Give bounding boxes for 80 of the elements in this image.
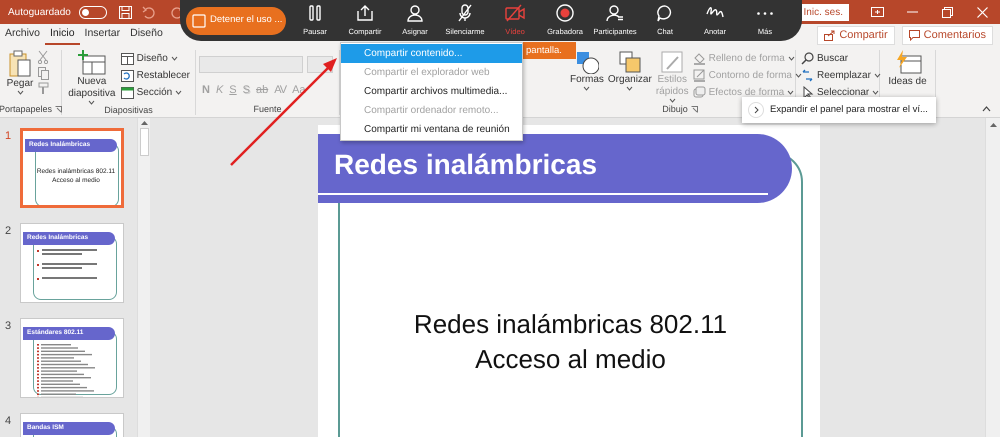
restore-icon[interactable] [941, 6, 954, 18]
paste-button[interactable]: Pegar [3, 50, 37, 95]
clipboard-icon [8, 50, 32, 78]
autosave-label: Autoguardado [8, 6, 71, 20]
ribbon-tab[interactable]: Archivo [0, 25, 46, 45]
chevron-right-icon[interactable] [748, 102, 764, 118]
caret-icon [787, 90, 794, 95]
group-label: Fuente [253, 104, 282, 115]
comments-button[interactable]: Comentarios [902, 26, 993, 44]
caret-icon [795, 73, 802, 78]
reset-icon [120, 70, 134, 82]
close-icon[interactable] [976, 6, 989, 18]
paintbrush-icon[interactable] [37, 82, 51, 96]
arrange-button[interactable]: Organizar [606, 50, 654, 91]
caret-icon [788, 56, 795, 61]
comment-icon [908, 30, 920, 40]
chat-bubble-icon [656, 4, 674, 22]
slide-number: 1 [4, 129, 12, 144]
group-label: Dibujo [662, 104, 688, 115]
group-label: Diapositivas [104, 105, 153, 116]
section-button[interactable]: Sección [118, 84, 192, 101]
people-icon [606, 4, 624, 22]
menu-item[interactable]: Compartir archivos multimedia... [341, 82, 522, 101]
paint-bucket-icon [692, 52, 706, 65]
ribbon-display-icon[interactable] [871, 6, 884, 18]
slide-title: Redes inalámbricas [318, 134, 792, 203]
more-icon [757, 12, 773, 15]
copy-icon[interactable] [37, 66, 51, 80]
slide-number: 4 [4, 414, 12, 429]
shapes-icon [574, 50, 599, 74]
save-icon[interactable] [118, 6, 132, 18]
section-icon [120, 86, 134, 98]
new-slide-button[interactable]: Nueva diapositiva [65, 50, 119, 105]
caret-icon [175, 90, 182, 95]
shape-effects-icon [692, 86, 706, 99]
slide-text: Redes inalámbricas 802.11 [412, 308, 728, 341]
bullet-list-drawing [37, 249, 99, 281]
layout-icon [120, 52, 134, 64]
search-icon [801, 52, 814, 65]
caret-icon [668, 98, 676, 103]
video-off-icon [505, 4, 525, 22]
square-icon [192, 14, 206, 28]
ribbon-tab[interactable]: Insertar [80, 25, 126, 45]
reset-button[interactable]: Restablecer [118, 67, 192, 84]
slide-number: 2 [4, 224, 12, 239]
caret-icon [170, 56, 178, 61]
caret-icon [874, 73, 881, 78]
design-ideas-button[interactable]: Ideas de [883, 50, 932, 88]
replace-icon [801, 69, 814, 82]
arrange-icon [618, 50, 642, 74]
person-icon [406, 4, 424, 22]
quick-styles-icon [660, 50, 684, 74]
font-name-field[interactable] [199, 56, 303, 73]
caret-icon [88, 100, 96, 105]
caret-icon [872, 90, 880, 95]
slide-number: 3 [4, 319, 12, 334]
replace-button[interactable]: Reemplazar [799, 67, 883, 84]
dialog-launcher-icon[interactable] [55, 106, 62, 113]
share-icon [824, 30, 836, 40]
layout-button[interactable]: Diseño [118, 50, 192, 67]
dialog-launcher-icon[interactable] [690, 106, 698, 113]
notification-banner: pantalla. [523, 42, 576, 59]
caret-icon [626, 86, 634, 91]
group-label: Portapapeles [0, 104, 52, 115]
ribbon-tab[interactable]: Diseño [125, 25, 168, 45]
tooltip-text: Expandir el panel para mostrar el ví... [770, 102, 928, 117]
scrollbar-thumb[interactable] [140, 128, 148, 156]
scissors-icon[interactable] [37, 50, 49, 64]
pen-outline-icon [692, 69, 706, 82]
slide-text: Acceso al medio [474, 343, 667, 376]
record-icon [556, 4, 574, 22]
caret-icon [583, 86, 590, 91]
muted-microphone-icon [456, 4, 474, 22]
share-button[interactable]: Compartir [817, 26, 895, 44]
autosave-toggle[interactable] [78, 6, 107, 18]
menu-item[interactable]: Compartir mi ventana de reunión [341, 120, 522, 139]
caret-icon [16, 90, 24, 95]
new-slide-icon [76, 50, 107, 76]
collapse-ribbon-icon[interactable] [982, 106, 991, 112]
share-screen-icon [356, 4, 374, 22]
